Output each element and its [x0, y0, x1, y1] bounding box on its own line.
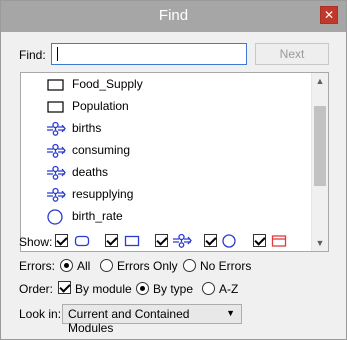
window-title: Find — [158, 7, 189, 24]
list-item[interactable]: Food_Supply — [21, 74, 311, 96]
find-input[interactable] — [51, 43, 247, 65]
scroll-down-icon[interactable]: ▼ — [312, 235, 328, 251]
show-filter-checkbox[interactable] — [155, 234, 168, 247]
look-in-value: Current and Contained Modules — [68, 307, 190, 335]
list-item[interactable]: consuming — [21, 140, 311, 162]
flow-icon — [47, 165, 66, 180]
show-filter-checkbox[interactable] — [105, 234, 118, 247]
list-item-label: resupplying — [72, 187, 134, 201]
errors-all-radio[interactable] — [60, 259, 73, 272]
converter-icon — [47, 209, 63, 225]
flow-icon — [47, 121, 66, 136]
vertical-scrollbar[interactable]: ▲ ▼ — [311, 73, 328, 251]
order-label: Order: — [19, 282, 54, 296]
list-item[interactable]: births — [21, 118, 311, 140]
title-bar: Find ✕ — [1, 1, 346, 32]
scroll-up-icon[interactable]: ▲ — [312, 73, 328, 89]
chevron-down-icon: ▼ — [226, 308, 235, 318]
show-filter-checkbox[interactable] — [55, 234, 68, 247]
scrollbar-thumb[interactable] — [314, 106, 326, 186]
errors-all-label: All — [77, 259, 91, 273]
show-filter-checkbox[interactable] — [204, 234, 217, 247]
no-errors-label: No Errors — [200, 259, 252, 273]
converter-icon — [222, 234, 236, 248]
dialog-content: Find: Next Food_Supply Population births… — [1, 32, 346, 339]
show-filter-checkbox[interactable] — [253, 234, 266, 247]
module-icon — [271, 235, 287, 247]
stock-icon — [47, 79, 64, 91]
find-label: Find: — [19, 48, 46, 62]
errors-only-label: Errors Only — [117, 259, 178, 273]
list-item-label: Food_Supply — [72, 77, 143, 91]
by-module-checkbox[interactable] — [58, 281, 71, 294]
look-in-dropdown[interactable]: Current and Contained Modules ▼ — [62, 304, 242, 335]
no-errors-radio[interactable] — [183, 259, 196, 272]
list-item-label: Population — [72, 99, 129, 113]
by-type-radio[interactable] — [136, 282, 149, 295]
errors-only-radio[interactable] — [100, 259, 113, 272]
next-button[interactable]: Next — [255, 43, 329, 65]
list-item-label: birth_rate — [72, 209, 123, 223]
stock-icon — [47, 101, 64, 113]
flow-icon — [47, 143, 66, 158]
show-label: Show: — [19, 235, 53, 249]
stock-icon — [124, 235, 140, 247]
close-icon[interactable]: ✕ — [320, 6, 338, 24]
rounded-rect-icon — [74, 235, 90, 247]
look-in-label: Look in: — [19, 307, 62, 321]
find-dialog: Find ✕ Find: Next Food_Supply Population… — [0, 0, 347, 340]
results-list[interactable]: Food_Supply Population births consuming … — [20, 72, 329, 252]
flow-icon — [47, 187, 66, 202]
list-item-label: births — [72, 121, 102, 135]
list-item-label: deaths — [72, 165, 109, 179]
list-item[interactable]: resupplying — [21, 184, 311, 206]
errors-label: Errors: — [19, 259, 55, 273]
list-item-label: consuming — [72, 143, 131, 157]
list-item[interactable]: Population — [21, 96, 311, 118]
by-type-label: By type — [153, 282, 194, 296]
list-item[interactable]: birth_rate — [21, 206, 311, 228]
a-z-radio[interactable] — [202, 282, 215, 295]
list-item[interactable]: deaths — [21, 162, 311, 184]
flow-icon — [173, 233, 192, 248]
text-caret — [57, 47, 58, 61]
by-module-label: By module — [75, 282, 132, 296]
a-z-label: A-Z — [219, 282, 239, 296]
